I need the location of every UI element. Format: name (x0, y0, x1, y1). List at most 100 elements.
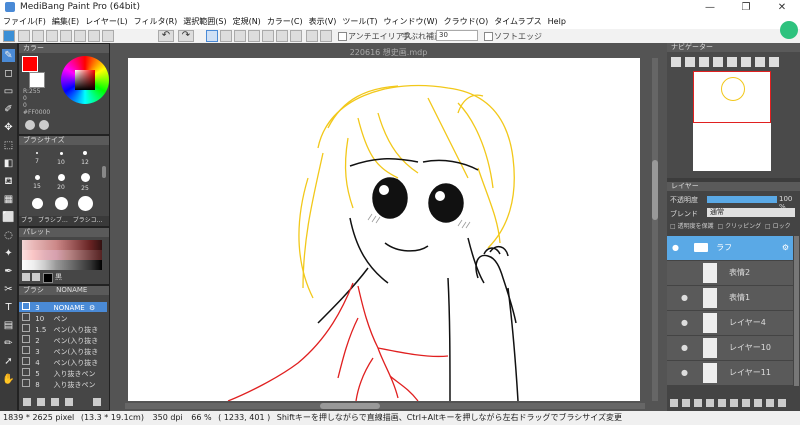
layer-add-halftone-icon[interactable] (682, 399, 690, 407)
brush-settings-gear-icon[interactable]: ⚙ (89, 304, 95, 312)
menu-cloud[interactable]: クラウド(O) (441, 15, 492, 29)
brush-row[interactable]: 1.5 ペン(入り抜き (19, 324, 107, 334)
opacity-slider[interactable] (707, 196, 777, 203)
nav-actual-icon[interactable] (713, 57, 723, 67)
clipping-checkbox[interactable]: □ (718, 223, 726, 230)
operation-tool-icon[interactable]: ➚ (2, 355, 15, 368)
rect-tool-icon[interactable]: ▭ (2, 85, 15, 98)
brush-size-cell[interactable]: 12 (75, 148, 95, 170)
menu-layer[interactable]: レイヤー(L) (82, 15, 130, 29)
protect-checkbox[interactable]: □ (670, 223, 678, 230)
brush-size-cell[interactable]: 15 (27, 172, 47, 194)
document-tab[interactable]: 220616 想史画.mdp (110, 47, 667, 58)
bucket-tool-icon[interactable]: ⛾ (2, 175, 15, 188)
layer-visibility-icon[interactable]: ● (681, 361, 688, 385)
brush-visible-checkbox[interactable] (22, 357, 30, 365)
select-pen-tool-icon[interactable]: ✒ (2, 265, 15, 278)
layer-menu-icon[interactable] (778, 399, 786, 407)
layer-gear-icon[interactable]: ⚙ (782, 236, 789, 260)
toggle-icon[interactable] (88, 30, 100, 42)
snap-gear-icon[interactable] (320, 30, 332, 42)
brush-tool-icon[interactable]: ✎ (2, 49, 15, 62)
primary-color-swatch[interactable] (22, 56, 38, 72)
undo-icon[interactable]: ↶ (158, 30, 174, 42)
footer-tab-brush-blend[interactable]: ブラシブ… (38, 217, 68, 224)
palette-black-swatch[interactable] (43, 273, 53, 283)
move-tool-icon[interactable]: ✥ (2, 121, 15, 134)
layer-visibility-icon[interactable]: ● (681, 311, 688, 335)
brush-size-cell[interactable] (51, 196, 71, 214)
transform-tool-icon[interactable]: ⬚ (2, 139, 15, 152)
snap-curve-icon[interactable] (290, 30, 302, 42)
footer-tab-brush-control[interactable]: ブラシコ… (73, 217, 103, 224)
canvas-v-scroll-thumb[interactable] (652, 160, 658, 220)
minimize-button[interactable]: — (692, 0, 728, 15)
cloud-connect-button[interactable] (780, 21, 798, 39)
brush-size-cell[interactable] (75, 196, 95, 214)
brush-visible-checkbox[interactable] (22, 324, 30, 332)
menu-color[interactable]: カラー(C) (264, 15, 306, 29)
brush-row[interactable]: 3 ペン(入り抜き (19, 346, 107, 356)
color-square[interactable] (75, 70, 95, 90)
layer-row-folder[interactable]: ● ラフ ⚙ (667, 236, 793, 260)
brush-row[interactable]: 3 NONAME ⚙ (19, 302, 107, 312)
menu-tool[interactable]: ツール(T) (339, 15, 380, 29)
layer-add-1bit-icon[interactable] (706, 399, 714, 407)
text-tool-icon[interactable]: T (2, 301, 15, 314)
cloud-save-icon[interactable] (3, 30, 15, 42)
brush-copy-icon[interactable] (51, 398, 59, 406)
magic-wand-tool-icon[interactable]: ✦ (2, 247, 15, 260)
soft-edge-checkbox[interactable] (484, 32, 493, 41)
snap-radial-icon[interactable] (262, 30, 274, 42)
grid-icon[interactable] (18, 30, 30, 42)
layer-row[interactable]: ● レイヤー10 (667, 336, 793, 360)
nav-extra-icon[interactable] (769, 57, 779, 67)
layer-add-icon[interactable] (670, 399, 678, 407)
menu-ruler[interactable]: 定規(N) (230, 15, 264, 29)
nav-zoom-out-icon[interactable] (685, 57, 695, 67)
select-tool-icon[interactable]: ⬜ (2, 211, 15, 224)
snap-vanish-icon[interactable] (248, 30, 260, 42)
brush-import-icon[interactable] (65, 398, 73, 406)
palette-swatches-row3[interactable] (22, 260, 102, 270)
navigator-thumbnail[interactable] (693, 71, 771, 171)
layer-row[interactable]: ● レイヤー11 (667, 361, 793, 385)
divide-tool-icon[interactable]: ▤ (2, 319, 15, 332)
brush-row[interactable]: 5 入り抜きペン (19, 368, 107, 378)
layer-delete-icon[interactable] (766, 399, 774, 407)
stabilizer-select[interactable]: 30 (436, 30, 478, 41)
layer-row[interactable]: ● レイヤー4 (667, 311, 793, 335)
snap-off-icon[interactable] (206, 30, 218, 42)
layer-row[interactable]: 表情2 (667, 261, 793, 285)
window-icon[interactable] (32, 30, 44, 42)
color-eyedrop-icon[interactable] (39, 120, 49, 130)
brush-size-scrollbar[interactable] (102, 166, 106, 178)
menu-edit[interactable]: 編集(E) (49, 15, 82, 29)
brush-duplicate-icon[interactable] (37, 398, 45, 406)
footer-tab-brush[interactable]: ブラ (21, 217, 33, 224)
drawing-canvas[interactable] (128, 58, 640, 402)
brush-delete-icon[interactable] (93, 398, 101, 406)
lasso-tool-icon[interactable]: ◌ (2, 229, 15, 242)
panel-icon[interactable] (74, 30, 86, 42)
snap-circle-icon[interactable] (276, 30, 288, 42)
brush-size-cell[interactable] (27, 196, 47, 214)
layer-row[interactable]: ● 表情1 (667, 286, 793, 310)
brush-row[interactable]: 4 ペン(入り抜き (19, 357, 107, 367)
snap-parallel-icon[interactable] (220, 30, 232, 42)
layer-duplicate-icon[interactable] (730, 399, 738, 407)
nav-flip-icon[interactable] (741, 57, 751, 67)
brush-size-cell[interactable]: 7 (27, 148, 47, 170)
palette-swatches-row2[interactable] (22, 250, 102, 260)
canvas-v-scrollbar[interactable] (652, 58, 658, 401)
brush-visible-checkbox[interactable] (22, 379, 30, 387)
layer-visibility-icon[interactable]: ● (681, 336, 688, 360)
layer-add-8bit-icon[interactable] (694, 399, 702, 407)
layer-visibility-icon[interactable]: ● (672, 243, 679, 252)
nav-zoom-in-icon[interactable] (671, 57, 681, 67)
hand-tool-icon[interactable]: ✋ (2, 373, 15, 386)
gradient-tool-icon[interactable]: ▦ (2, 193, 15, 206)
layout2-icon[interactable] (60, 30, 72, 42)
menu-file[interactable]: ファイル(F) (0, 15, 49, 29)
brush-row[interactable]: 8 入り抜きペン (19, 379, 107, 389)
